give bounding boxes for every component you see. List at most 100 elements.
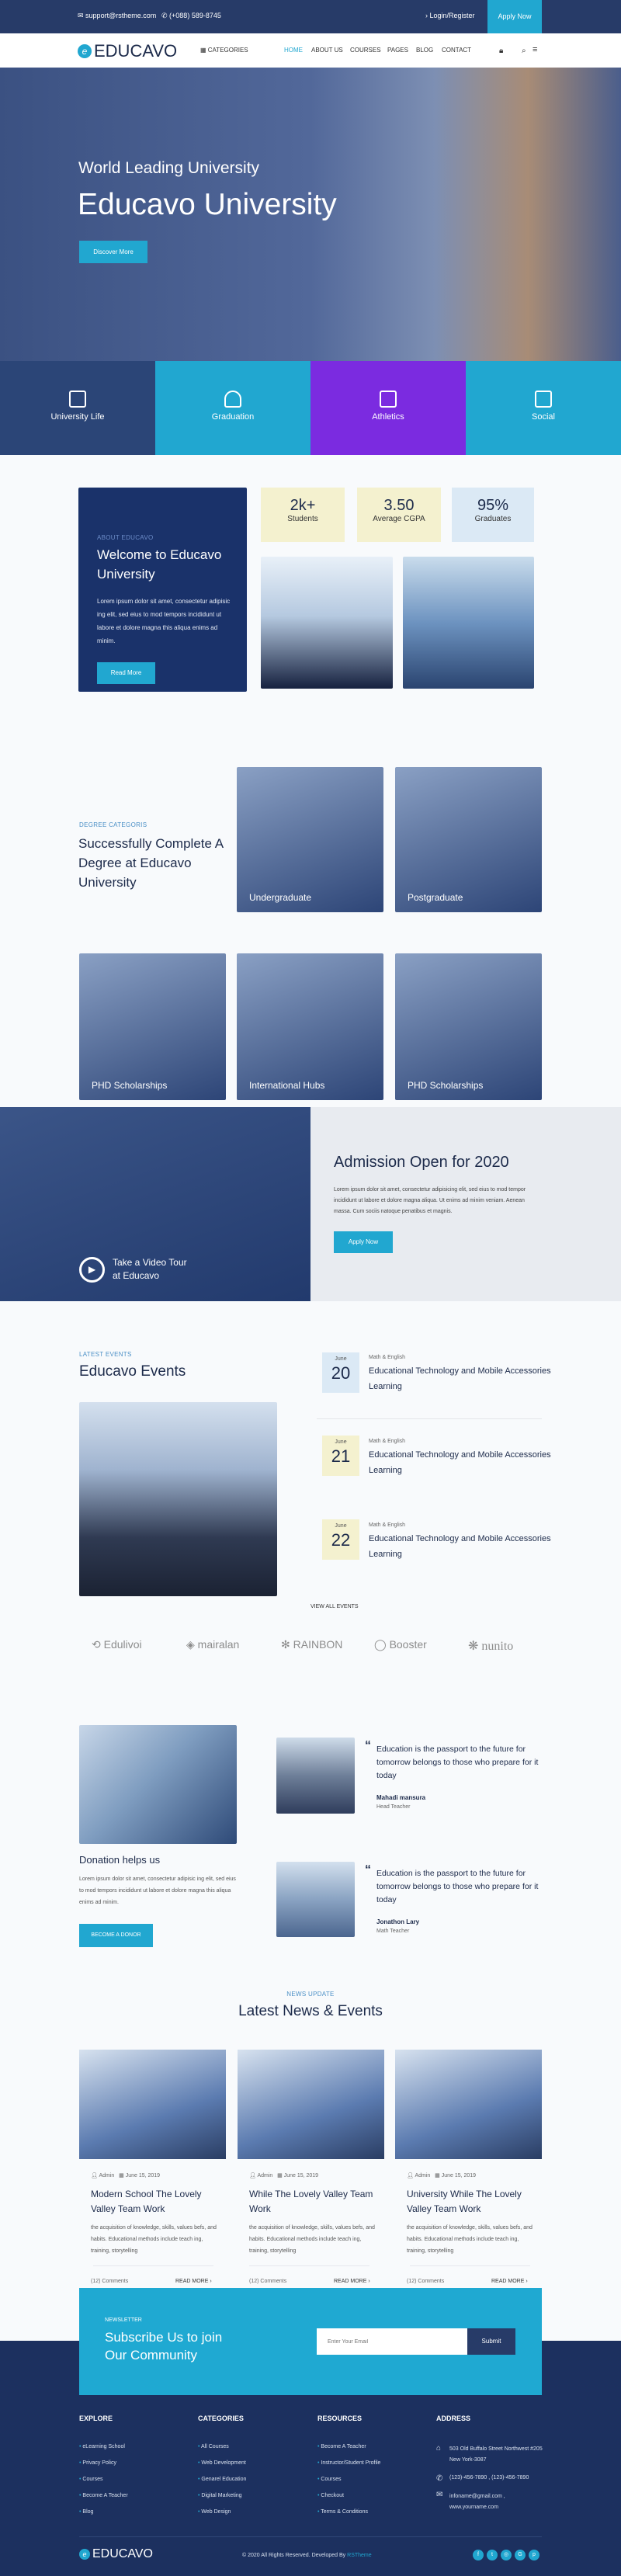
- stat-label: Students: [287, 515, 318, 523]
- post-comments[interactable]: (12) Comments: [91, 2279, 128, 2284]
- degree-card-postgraduate[interactable]: Postgraduate: [395, 767, 542, 912]
- footer-link[interactable]: • Checkout: [317, 2493, 344, 2498]
- logo-icon: e: [78, 44, 92, 58]
- footer-link[interactable]: • Genarel Education: [198, 2477, 246, 2482]
- news-image[interactable]: [238, 2050, 384, 2159]
- twitter-icon[interactable]: t: [487, 2550, 498, 2560]
- brand-name: mairalan: [197, 1638, 240, 1651]
- footer-heading: RESOURCES: [317, 2415, 363, 2422]
- events-image: [79, 1402, 277, 1596]
- copyright-text: © 2020 All Rights Reserved. Developed By: [242, 2553, 346, 2558]
- news-image[interactable]: [79, 2050, 226, 2159]
- event-category: Math & English: [369, 1522, 406, 1528]
- read-more-link[interactable]: READ MORE ›: [491, 2279, 528, 2284]
- tile-label: Athletics: [372, 412, 404, 422]
- email-link[interactable]: ✉ support@rstheme.com: [78, 12, 156, 20]
- post-title-link[interactable]: University While The Lovely Valley Team …: [407, 2187, 539, 2217]
- pinterest-icon[interactable]: p: [529, 2550, 539, 2560]
- apply-now-button[interactable]: Apply Now: [334, 1231, 393, 1253]
- footer-link[interactable]: • Become A Teacher: [317, 2444, 366, 2449]
- categories-label: CATEGORIES: [207, 47, 248, 54]
- post-date: June 15, 2019: [125, 2173, 161, 2178]
- post-excerpt: the acquisition of knowledge, skills, va…: [407, 2225, 533, 2254]
- menu-icon[interactable]: ≡: [533, 45, 537, 54]
- nav-courses[interactable]: COURSES: [350, 47, 381, 54]
- footer-email[interactable]: infoname@gmail.com , www.yourname.com: [449, 2491, 527, 2513]
- become-donor-button[interactable]: BECOME A DONOR: [79, 1924, 153, 1947]
- footer-link[interactable]: • Web Design: [198, 2509, 231, 2515]
- about-title: Welcome to Educavo University: [97, 547, 222, 582]
- email-input[interactable]: [317, 2328, 467, 2355]
- post-excerpt: the acquisition of knowledge, skills, va…: [91, 2225, 217, 2254]
- event-title-link[interactable]: Educational Technology and Mobile Access…: [369, 1363, 563, 1394]
- nav-blog[interactable]: BLOG: [416, 47, 433, 54]
- footer-link[interactable]: • Blog: [79, 2509, 93, 2515]
- event-month: June: [335, 1356, 347, 1362]
- post-comments[interactable]: (12) Comments: [249, 2279, 286, 2284]
- degree-card-international[interactable]: International Hubs: [237, 953, 383, 1100]
- post-title-link[interactable]: Modern School The Lovely Valley Team Wor…: [91, 2187, 223, 2217]
- mail-icon: ✉: [436, 2491, 443, 2499]
- footer-logo[interactable]: e EDUCAVO: [79, 2547, 153, 2561]
- phone-link[interactable]: ✆ (+088) 589-8745: [161, 12, 221, 20]
- read-more-link[interactable]: READ MORE ›: [334, 2279, 370, 2284]
- tile-athletics[interactable]: Athletics: [310, 361, 466, 455]
- degree-card-phd[interactable]: PHD Scholarships: [395, 953, 542, 1100]
- view-all-events-link[interactable]: VIEW ALL EVENTS: [310, 1604, 359, 1609]
- discover-more-button[interactable]: Discover More: [79, 241, 147, 263]
- login-link[interactable]: › Login/Register: [425, 12, 475, 19]
- logo[interactable]: e EDUCAVO: [78, 41, 177, 61]
- testimonial-role: Head Teacher: [376, 1804, 411, 1810]
- play-icon[interactable]: ▶: [79, 1257, 105, 1283]
- phone-text: (+088) 589-8745: [169, 12, 221, 19]
- teacher-photo: [276, 1738, 355, 1814]
- card-label: PHD Scholarships: [408, 1080, 484, 1091]
- nav-contact[interactable]: CONTACT: [442, 47, 471, 54]
- nav-home[interactable]: HOME: [284, 47, 303, 54]
- footer-link[interactable]: • Terms & Conditions: [317, 2509, 368, 2515]
- categories-menu[interactable]: ▦ CATEGORIES: [200, 47, 248, 54]
- submit-button[interactable]: Submit: [467, 2328, 515, 2355]
- degree-card-undergraduate[interactable]: Undergraduate: [237, 767, 383, 912]
- hero-subtitle: World Leading University: [78, 159, 260, 177]
- event-title-link[interactable]: Educational Technology and Mobile Access…: [369, 1447, 563, 1478]
- instagram-icon[interactable]: ◎: [501, 2550, 512, 2560]
- news-image[interactable]: [395, 2050, 542, 2159]
- login-text: Login/Register: [429, 12, 475, 19]
- cart-icon[interactable]: 🔒︎: [499, 47, 503, 55]
- footer-link[interactable]: • Instructor/Student Profile: [317, 2460, 380, 2466]
- footer-link[interactable]: • Privacy Policy: [79, 2460, 116, 2466]
- post-comments[interactable]: (12) Comments: [407, 2279, 444, 2284]
- facebook-icon[interactable]: f: [473, 2550, 484, 2560]
- tile-university-life[interactable]: University Life: [0, 361, 155, 455]
- tile-social[interactable]: Social: [466, 361, 621, 455]
- phone-icon: ✆: [436, 2474, 443, 2483]
- post-title-link[interactable]: While The Lovely Valley Team Work: [249, 2187, 381, 2217]
- footer-link[interactable]: • Digital Marketing: [198, 2493, 242, 2498]
- google-plus-icon[interactable]: G: [515, 2550, 526, 2560]
- events-title: Educavo Events: [79, 1363, 186, 1380]
- event-title-link[interactable]: Educational Technology and Mobile Access…: [369, 1531, 563, 1562]
- nav-pages[interactable]: PAGES: [387, 47, 408, 54]
- footer-link[interactable]: • All Courses: [198, 2444, 229, 2449]
- divider: [410, 2265, 530, 2266]
- tile-graduation[interactable]: Graduation: [155, 361, 310, 455]
- brand-logo: ✻ RAINBON: [281, 1638, 343, 1651]
- footer-link[interactable]: • Courses: [317, 2477, 341, 2482]
- footer-link[interactable]: • Web Development: [198, 2460, 246, 2466]
- footer-link[interactable]: • eLearning School: [79, 2444, 125, 2449]
- footer-link[interactable]: • Become A Teacher: [79, 2493, 128, 2498]
- stat-cgpa: 3.50 Average CGPA: [357, 488, 441, 542]
- degree-card-phd[interactable]: PHD Scholarships: [79, 953, 226, 1100]
- footer-link[interactable]: • Courses: [79, 2477, 102, 2482]
- read-more-link[interactable]: READ MORE ›: [175, 2279, 212, 2284]
- stat-label: Graduates: [474, 515, 512, 523]
- read-more-button[interactable]: Read More: [97, 662, 155, 684]
- top-bar: ✉ support@rstheme.com ✆ (+088) 589-8745 …: [0, 0, 621, 33]
- nav-about[interactable]: ABOUT US: [311, 47, 343, 54]
- developer-link[interactable]: RSTheme: [347, 2553, 372, 2558]
- apply-now-button[interactable]: Apply Now: [487, 0, 542, 33]
- search-icon[interactable]: ⌕: [522, 47, 526, 55]
- brand-name: Booster: [389, 1638, 427, 1651]
- admission-text: Lorem ipsum dolor sit amet, consectetur …: [334, 1187, 526, 1214]
